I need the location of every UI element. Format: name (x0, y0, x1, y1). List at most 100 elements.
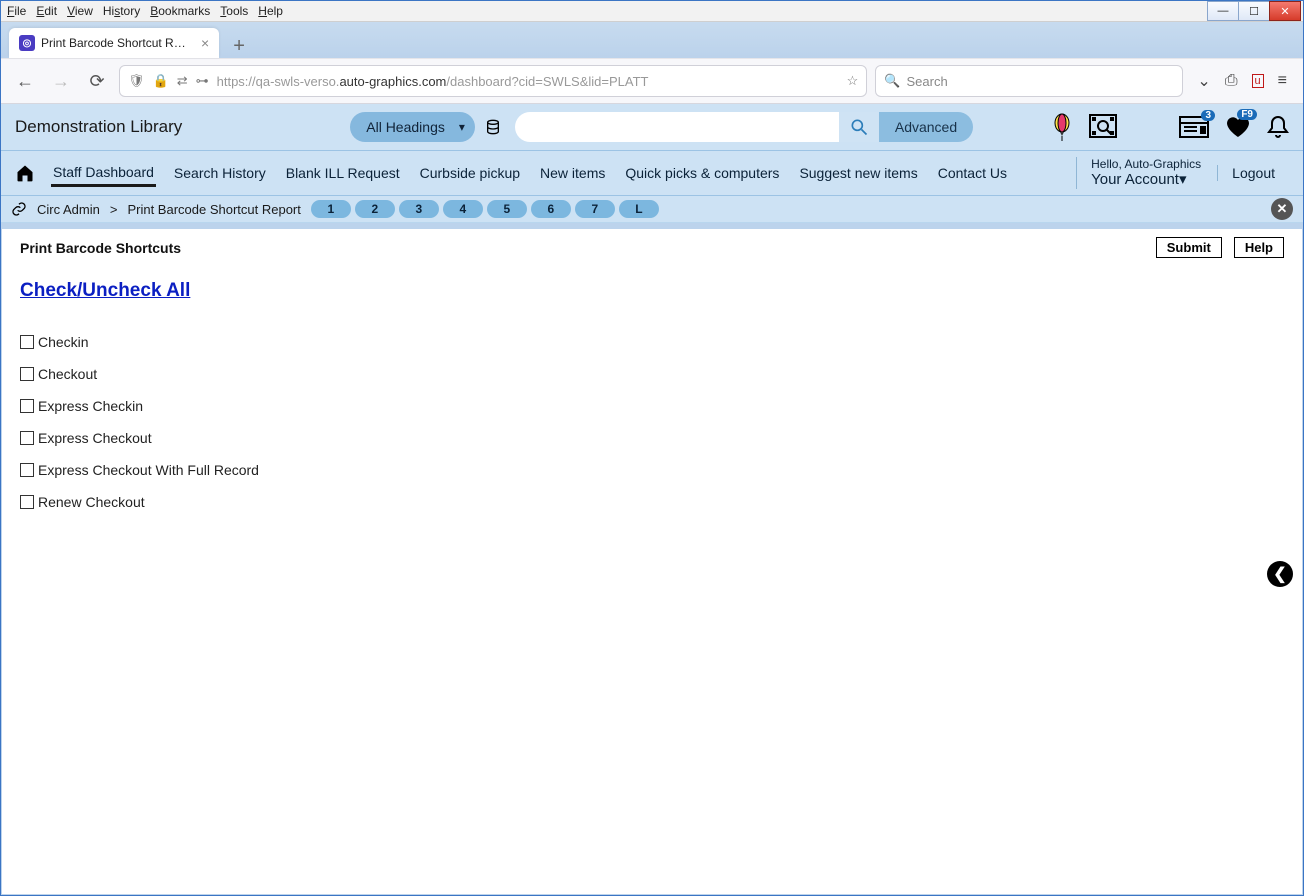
news-icon[interactable]: 3 (1179, 116, 1209, 138)
pager-2[interactable]: 2 (355, 200, 395, 218)
check-uncheck-all-link[interactable]: Check/Uncheck All (20, 280, 190, 302)
link-icon (11, 201, 27, 217)
search-icon (849, 117, 869, 137)
pager-3[interactable]: 3 (399, 200, 439, 218)
minimize-button[interactable]: — (1207, 1, 1239, 21)
tab-title: Print Barcode Shortcut Report | (41, 36, 191, 50)
os-menu-view[interactable]: View (67, 4, 93, 18)
pager-4[interactable]: 4 (443, 200, 483, 218)
crumb-admin[interactable]: Circ Admin (37, 202, 100, 217)
film-search-icon[interactable] (1089, 114, 1117, 140)
option-row: Express Checkout With Full Record (20, 462, 1284, 478)
window-controls: — ☐ ✕ (1208, 1, 1301, 21)
close-tab-icon[interactable]: × (201, 35, 209, 51)
favorites-icon[interactable]: F9 (1225, 115, 1251, 139)
key-icon: ⊶ (196, 73, 209, 89)
pocket-icon[interactable]: ⌄ (1197, 71, 1210, 91)
catalog-search-button[interactable] (839, 112, 879, 142)
browser-tab[interactable]: ◎ Print Barcode Shortcut Report | × (9, 28, 219, 58)
star-icon[interactable]: ☆ (847, 73, 859, 89)
main-nav: Staff Dashboard Search History Blank ILL… (1, 151, 1303, 196)
nav-staff-dashboard[interactable]: Staff Dashboard (51, 160, 156, 187)
library-name: Demonstration Library (15, 117, 182, 137)
nav-curbside[interactable]: Curbside pickup (418, 161, 522, 185)
nav-blank-ill[interactable]: Blank ILL Request (284, 161, 402, 185)
print-icon[interactable]: ⎙ (1225, 72, 1238, 90)
pager-5[interactable]: 5 (487, 200, 527, 218)
crumb-page: Print Barcode Shortcut Report (127, 202, 300, 217)
os-menu-help[interactable]: Help (258, 4, 283, 18)
catalog-search: Advanced (515, 112, 973, 142)
reload-button[interactable]: ⟳ (83, 67, 111, 95)
side-back-button[interactable]: ❮ (1267, 561, 1293, 587)
address-bar: ← → ⟳ 🛡 🔒 ⇄ ⊶ https://qa-swls-verso.auto… (1, 58, 1303, 104)
option-label: Express Checkin (38, 398, 143, 414)
option-row: Renew Checkout (20, 494, 1284, 510)
account-box[interactable]: Hello, Auto-Graphics Your Account▾ (1076, 157, 1201, 189)
help-button[interactable]: Help (1234, 237, 1284, 258)
checkbox-express-checkout-full[interactable] (20, 463, 34, 477)
submit-button[interactable]: Submit (1156, 237, 1222, 258)
nav-new-items[interactable]: New items (538, 161, 607, 185)
content-area: Print Barcode Shortcuts Submit Help Chec… (2, 229, 1302, 894)
hamburger-icon[interactable]: ≡ (1278, 72, 1287, 90)
settings-toggle-icon: ⇄ (177, 73, 188, 89)
advanced-search-button[interactable]: Advanced (879, 112, 973, 142)
url-box[interactable]: 🛡 🔒 ⇄ ⊶ https://qa-swls-verso.auto-graph… (119, 65, 867, 97)
pager-1[interactable]: 1 (311, 200, 351, 218)
headings-label: All Headings (366, 119, 445, 135)
browser-search-box[interactable]: 🔍 Search (875, 65, 1183, 97)
forward-button[interactable]: → (47, 67, 75, 95)
bell-icon[interactable] (1267, 115, 1289, 139)
chevron-down-icon: ▾ (1179, 171, 1187, 188)
home-icon[interactable] (15, 163, 35, 183)
search-placeholder: Search (907, 74, 948, 89)
close-window-button[interactable]: ✕ (1269, 1, 1301, 21)
checkbox-express-checkout[interactable] (20, 431, 34, 445)
account-label: Your Account (1091, 171, 1179, 188)
search-icon: 🔍 (884, 73, 900, 89)
pager-last[interactable]: L (619, 200, 659, 218)
header-action-icons: 3 F9 (1051, 113, 1289, 141)
toolbar-icons: ⌄ ⎙ u ≡ (1191, 71, 1293, 91)
headings-dropdown[interactable]: All Headings ▾ (350, 112, 475, 142)
favorites-badge: F9 (1237, 109, 1257, 120)
option-label: Renew Checkout (38, 494, 145, 510)
chevron-down-icon: ▾ (459, 120, 465, 134)
os-menu-tools[interactable]: Tools (220, 4, 248, 18)
checkbox-checkin[interactable] (20, 335, 34, 349)
nav-contact[interactable]: Contact Us (936, 161, 1009, 185)
pager-7[interactable]: 7 (575, 200, 615, 218)
advanced-label: Advanced (895, 119, 957, 135)
option-row: Express Checkin (20, 398, 1284, 414)
back-button[interactable]: ← (11, 67, 39, 95)
pager: 1 2 3 4 5 6 7 L (311, 200, 659, 218)
maximize-button[interactable]: ☐ (1238, 1, 1270, 21)
option-label: Express Checkout With Full Record (38, 462, 259, 478)
database-icon[interactable] (485, 119, 501, 135)
catalog-search-input[interactable] (515, 112, 839, 142)
account-greeting: Hello, Auto-Graphics (1091, 157, 1201, 171)
os-menu-bookmarks[interactable]: Bookmarks (150, 4, 210, 18)
nav-search-history[interactable]: Search History (172, 161, 268, 185)
new-tab-button[interactable]: + (225, 35, 253, 58)
checkbox-renew-checkout[interactable] (20, 495, 34, 509)
news-badge: 3 (1201, 110, 1215, 121)
url-text: https://qa-swls-verso.auto-graphics.com/… (217, 74, 839, 89)
os-menu-edit[interactable]: Edit (36, 4, 57, 18)
os-menu-file[interactable]: File (7, 4, 26, 18)
balloon-icon[interactable] (1051, 113, 1073, 141)
close-panel-button[interactable]: ✕ (1271, 198, 1293, 220)
browser-window: File Edit View History Bookmarks Tools H… (0, 0, 1304, 896)
lock-icon: 🔒 (153, 73, 169, 89)
crumb-sep: > (110, 202, 118, 217)
option-label: Checkout (38, 366, 97, 382)
nav-quick-picks[interactable]: Quick picks & computers (623, 161, 781, 185)
logout-link[interactable]: Logout (1217, 165, 1289, 181)
extension-icon[interactable]: u (1252, 74, 1264, 88)
pager-6[interactable]: 6 (531, 200, 571, 218)
checkbox-checkout[interactable] (20, 367, 34, 381)
checkbox-express-checkin[interactable] (20, 399, 34, 413)
nav-suggest[interactable]: Suggest new items (797, 161, 919, 185)
os-menu-history[interactable]: History (103, 4, 140, 18)
